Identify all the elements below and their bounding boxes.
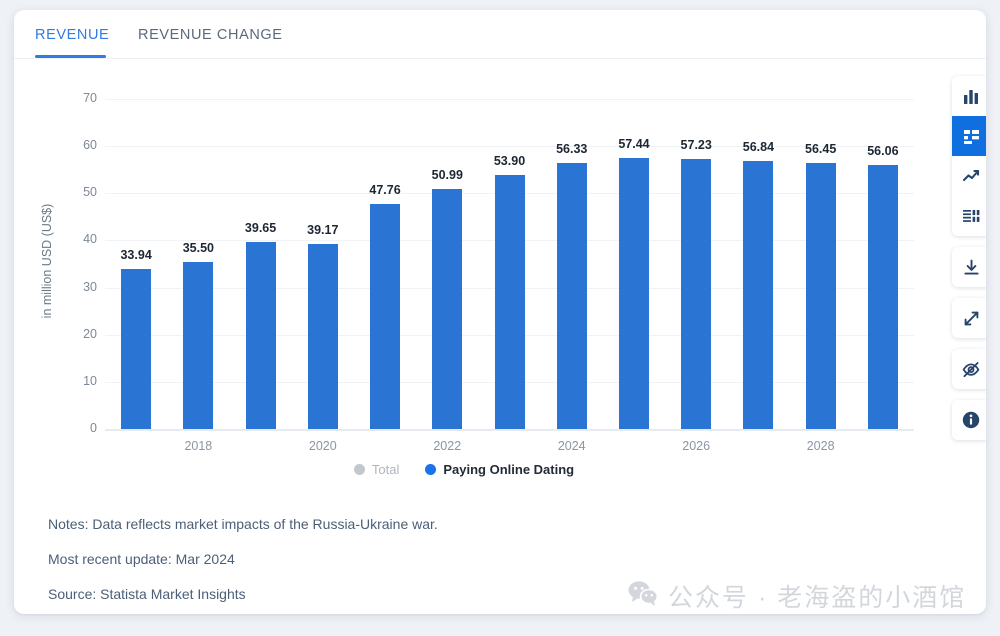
toolbar-group-5 <box>952 400 986 440</box>
x-axis-tick-label: 2028 <box>806 439 835 453</box>
toolbar-button-table[interactable] <box>952 196 986 236</box>
bar-value-label: 56.45 <box>805 141 837 156</box>
bar-value-label: 57.44 <box>618 137 650 152</box>
toolbar-button-info[interactable] <box>952 400 986 440</box>
bar-value-label: 39.65 <box>244 221 277 236</box>
chart-legend: Total Paying Online Dating <box>14 462 914 477</box>
bar[interactable] <box>183 261 214 429</box>
tab-revenue[interactable]: REVENUE <box>35 27 109 43</box>
toolbar-group-1 <box>952 76 986 236</box>
legend-dot-icon <box>425 464 437 475</box>
gridline <box>105 429 914 431</box>
bar-chart-icon <box>963 128 980 145</box>
bar[interactable] <box>867 164 898 429</box>
eye-off-icon <box>962 361 980 378</box>
watermark: 公众号 · 老海盗的小酒馆 <box>628 578 966 614</box>
toolbar-button-column-chart[interactable] <box>952 76 986 116</box>
note-data-reflects: Notes: Data reflects market impacts of t… <box>48 516 438 532</box>
plot-area: 0 10 20 30 40 50 60 70 33.94 35.50 2018 39.65 39.17 2… <box>83 91 914 453</box>
bar-value-label: 56.33 <box>556 142 588 157</box>
tab-bar: REVENUE REVENUE CHANGE <box>14 10 986 59</box>
legend-label: Paying Online Dating <box>443 462 575 477</box>
x-axis-tick-label: 2026 <box>682 439 711 453</box>
bar-value-label: 39.17 <box>307 223 339 238</box>
y-axis-tick-label: 20 <box>83 326 97 341</box>
y-axis-title: in million USD (US$) <box>40 203 54 319</box>
legend-item-total[interactable]: Total <box>353 462 400 477</box>
bar[interactable] <box>556 163 587 429</box>
column-chart-icon <box>963 88 980 105</box>
bar-value-label: 47.76 <box>369 182 401 197</box>
y-axis-tick-label: 40 <box>83 232 97 247</box>
bar[interactable] <box>618 158 649 429</box>
bar[interactable] <box>432 188 463 429</box>
toolbar-button-line-chart[interactable] <box>952 156 986 196</box>
y-axis-tick-label: 50 <box>83 185 97 200</box>
gridline <box>105 99 914 100</box>
watermark-text: 公众号 · 老海盗的小酒馆 <box>668 584 967 612</box>
x-axis-tick-label: 2018 <box>184 439 213 453</box>
line-chart-icon <box>962 167 980 185</box>
table-icon <box>962 208 980 224</box>
chart-area: in million USD (US$) 0 10 20 30 40 50 60 70 33.9… <box>14 58 986 498</box>
toolbar-button-download[interactable] <box>952 247 986 287</box>
bar-value-label: 56.06 <box>867 143 899 158</box>
bar-value-label: 56.84 <box>742 140 775 155</box>
bar-value-label: 50.99 <box>431 167 463 182</box>
toolbar-group-3 <box>952 298 986 338</box>
toolbar-group-2 <box>952 247 986 287</box>
expand-icon <box>963 310 980 327</box>
note-source: Source: Statista Market Insights <box>48 586 246 602</box>
legend-dot-icon <box>353 464 365 475</box>
toolbar-group-4 <box>952 349 986 389</box>
y-axis-tick-label: 60 <box>83 138 97 153</box>
download-icon <box>963 259 980 276</box>
bar[interactable] <box>245 242 276 429</box>
note-most-recent-update: Most recent update: Mar 2024 <box>48 551 235 567</box>
y-axis-tick-label: 0 <box>90 421 97 435</box>
chart-card: REVENUE REVENUE CHANGE in million USD (U… <box>14 10 986 614</box>
info-icon <box>962 411 980 429</box>
bar-value-label: 33.94 <box>120 247 152 262</box>
bar[interactable] <box>307 244 338 429</box>
toolbar-button-eye-off[interactable] <box>952 349 986 389</box>
tab-revenue-change[interactable]: REVENUE CHANGE <box>138 27 283 43</box>
y-axis-tick-label: 30 <box>83 279 97 294</box>
x-axis-tick-label: 2020 <box>308 439 337 453</box>
toolbar-button-bar-chart[interactable] <box>952 116 986 156</box>
x-axis-tick-label: 2024 <box>557 439 586 453</box>
bar[interactable] <box>494 174 525 429</box>
legend-label: Total <box>371 462 400 477</box>
bar-value-label: 35.50 <box>182 240 214 255</box>
bar[interactable] <box>681 159 712 429</box>
chart-toolbar <box>952 76 986 451</box>
x-axis-tick-label: 2022 <box>433 439 462 453</box>
bar[interactable] <box>743 161 774 429</box>
toolbar-button-expand[interactable] <box>952 298 986 338</box>
bar-value-label: 53.90 <box>493 153 526 168</box>
bar[interactable] <box>370 203 401 429</box>
bar-value-label: 57.23 <box>680 138 712 153</box>
wechat-icon <box>628 580 668 613</box>
bar[interactable] <box>121 269 152 429</box>
y-axis-tick-label: 10 <box>83 373 97 388</box>
y-axis-tick-label: 70 <box>83 91 97 105</box>
bar[interactable] <box>805 162 836 429</box>
legend-item-paying-online-dating[interactable]: Paying Online Dating <box>425 462 574 477</box>
